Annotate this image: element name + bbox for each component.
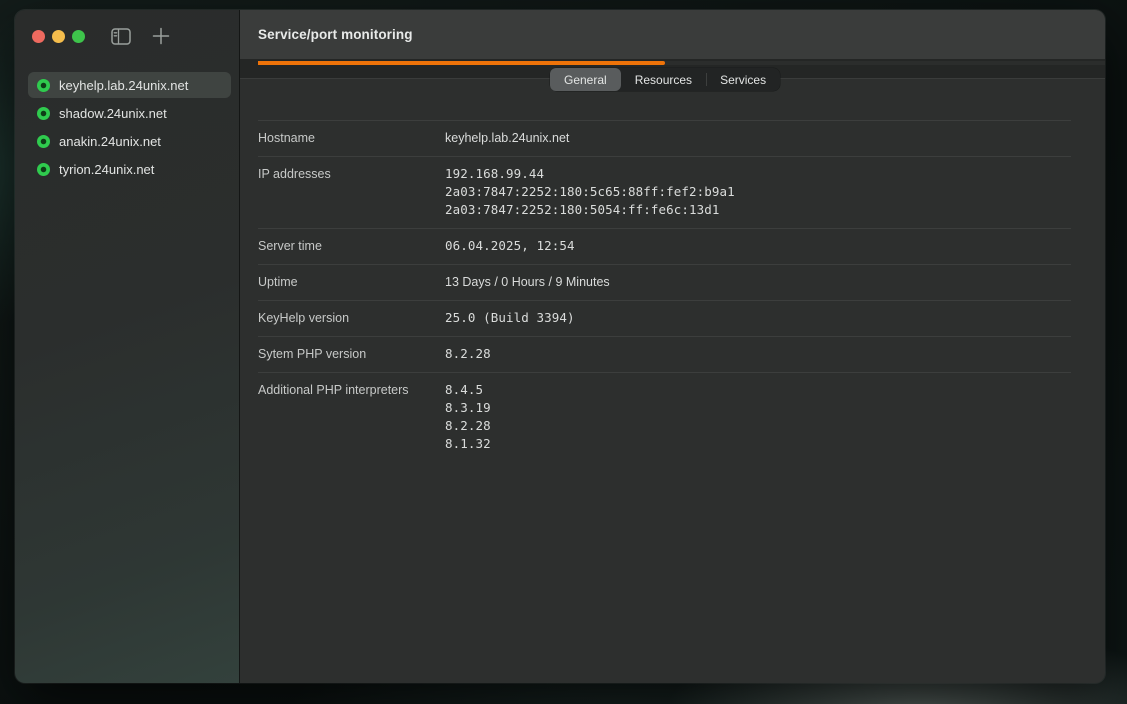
server-list: keyhelp.lab.24unix.net shadow.24unix.net…	[28, 72, 231, 184]
add-server-button plus-icon[interactable]	[152, 27, 170, 45]
tab-label: Services	[720, 73, 766, 87]
detail-value-line: 8.1.32	[445, 435, 491, 453]
zoom-button[interactable]	[72, 30, 85, 43]
server-name: anakin.24unix.net	[59, 134, 161, 149]
detail-label: Additional PHP interpreters	[258, 381, 445, 453]
detail-value-line: 8.2.28	[445, 345, 491, 363]
sidebar: keyhelp.lab.24unix.net shadow.24unix.net…	[15, 10, 240, 683]
app-window: keyhelp.lab.24unix.net shadow.24unix.net…	[15, 10, 1105, 683]
tab-services[interactable]: Services	[706, 68, 780, 91]
status-online-icon	[37, 163, 50, 176]
detail-value-line: 13 Days / 0 Hours / 9 Minutes	[445, 273, 610, 291]
detail-values: 8.2.28	[445, 345, 491, 363]
detail-label: Sytem PHP version	[258, 345, 445, 363]
sidebar-item-server[interactable]: anakin.24unix.net	[28, 128, 231, 154]
tab-bar: General Resources Services	[550, 68, 780, 91]
refresh-progress-track	[258, 61, 1105, 65]
detail-row: Uptime 13 Days / 0 Hours / 9 Minutes	[258, 264, 1071, 300]
tab-label: General	[564, 73, 607, 87]
detail-row: KeyHelp version 25.0 (Build 3394)	[258, 300, 1071, 336]
status-online-icon	[37, 107, 50, 120]
tab-general[interactable]: General	[550, 68, 621, 91]
server-name: tyrion.24unix.net	[59, 162, 154, 177]
refresh-progress-fill	[258, 61, 665, 65]
detail-value-line: 25.0 (Build 3394)	[445, 309, 575, 327]
detail-values: 13 Days / 0 Hours / 9 Minutes	[445, 273, 610, 291]
sidebar-item-server[interactable]: shadow.24unix.net	[28, 100, 231, 126]
detail-values: 25.0 (Build 3394)	[445, 309, 575, 327]
detail-label: KeyHelp version	[258, 309, 445, 327]
detail-values: 06.04.2025, 12:54	[445, 237, 575, 255]
server-name: shadow.24unix.net	[59, 106, 167, 121]
details-panel: Hostname keyhelp.lab.24unix.net IP addre…	[240, 79, 1105, 683]
tab-resources[interactable]: Resources	[621, 68, 706, 91]
detail-value-line: 2a03:7847:2252:180:5054:ff:fe6c:13d1	[445, 201, 735, 219]
detail-value-line: 2a03:7847:2252:180:5c65:88ff:fef2:b9a1	[445, 183, 735, 201]
sidebar-item-server[interactable]: tyrion.24unix.net	[28, 156, 231, 182]
sidebar-toggle-icon[interactable]	[111, 28, 131, 45]
tab-label: Resources	[635, 73, 692, 87]
page-title: Service/port monitoring	[258, 27, 413, 42]
desktop: { "colors": { "accent_orange": "#ee7309"…	[0, 0, 1127, 704]
detail-values: keyhelp.lab.24unix.net	[445, 129, 569, 147]
detail-value-line: 192.168.99.44	[445, 165, 735, 183]
detail-label: Hostname	[258, 129, 445, 147]
detail-label: IP addresses	[258, 165, 445, 219]
details-rows: Hostname keyhelp.lab.24unix.net IP addre…	[258, 120, 1071, 462]
sidebar-titlebar	[15, 10, 239, 62]
status-online-icon	[37, 79, 50, 92]
detail-row: Hostname keyhelp.lab.24unix.net	[258, 120, 1071, 156]
server-name: keyhelp.lab.24unix.net	[59, 78, 188, 93]
detail-value-line: 8.2.28	[445, 417, 491, 435]
detail-label: Server time	[258, 237, 445, 255]
detail-label: Uptime	[258, 273, 445, 291]
detail-value-line: 8.3.19	[445, 399, 491, 417]
status-online-icon	[37, 135, 50, 148]
close-button[interactable]	[32, 30, 45, 43]
titlebar: Service/port monitoring	[240, 10, 1105, 59]
detail-value-line: keyhelp.lab.24unix.net	[445, 129, 569, 147]
detail-values: 192.168.99.442a03:7847:2252:180:5c65:88f…	[445, 165, 735, 219]
detail-row: Additional PHP interpreters 8.4.58.3.198…	[258, 372, 1071, 462]
sidebar-item-server[interactable]: keyhelp.lab.24unix.net	[28, 72, 231, 98]
main-panel: Service/port monitoring General Resource…	[240, 10, 1105, 683]
detail-row: Sytem PHP version 8.2.28	[258, 336, 1071, 372]
detail-value-line: 06.04.2025, 12:54	[445, 237, 575, 255]
detail-value-line: 8.4.5	[445, 381, 491, 399]
detail-row: Server time 06.04.2025, 12:54	[258, 228, 1071, 264]
minimize-button[interactable]	[52, 30, 65, 43]
detail-row: IP addresses 192.168.99.442a03:7847:2252…	[258, 156, 1071, 228]
detail-values: 8.4.58.3.198.2.288.1.32	[445, 381, 491, 453]
